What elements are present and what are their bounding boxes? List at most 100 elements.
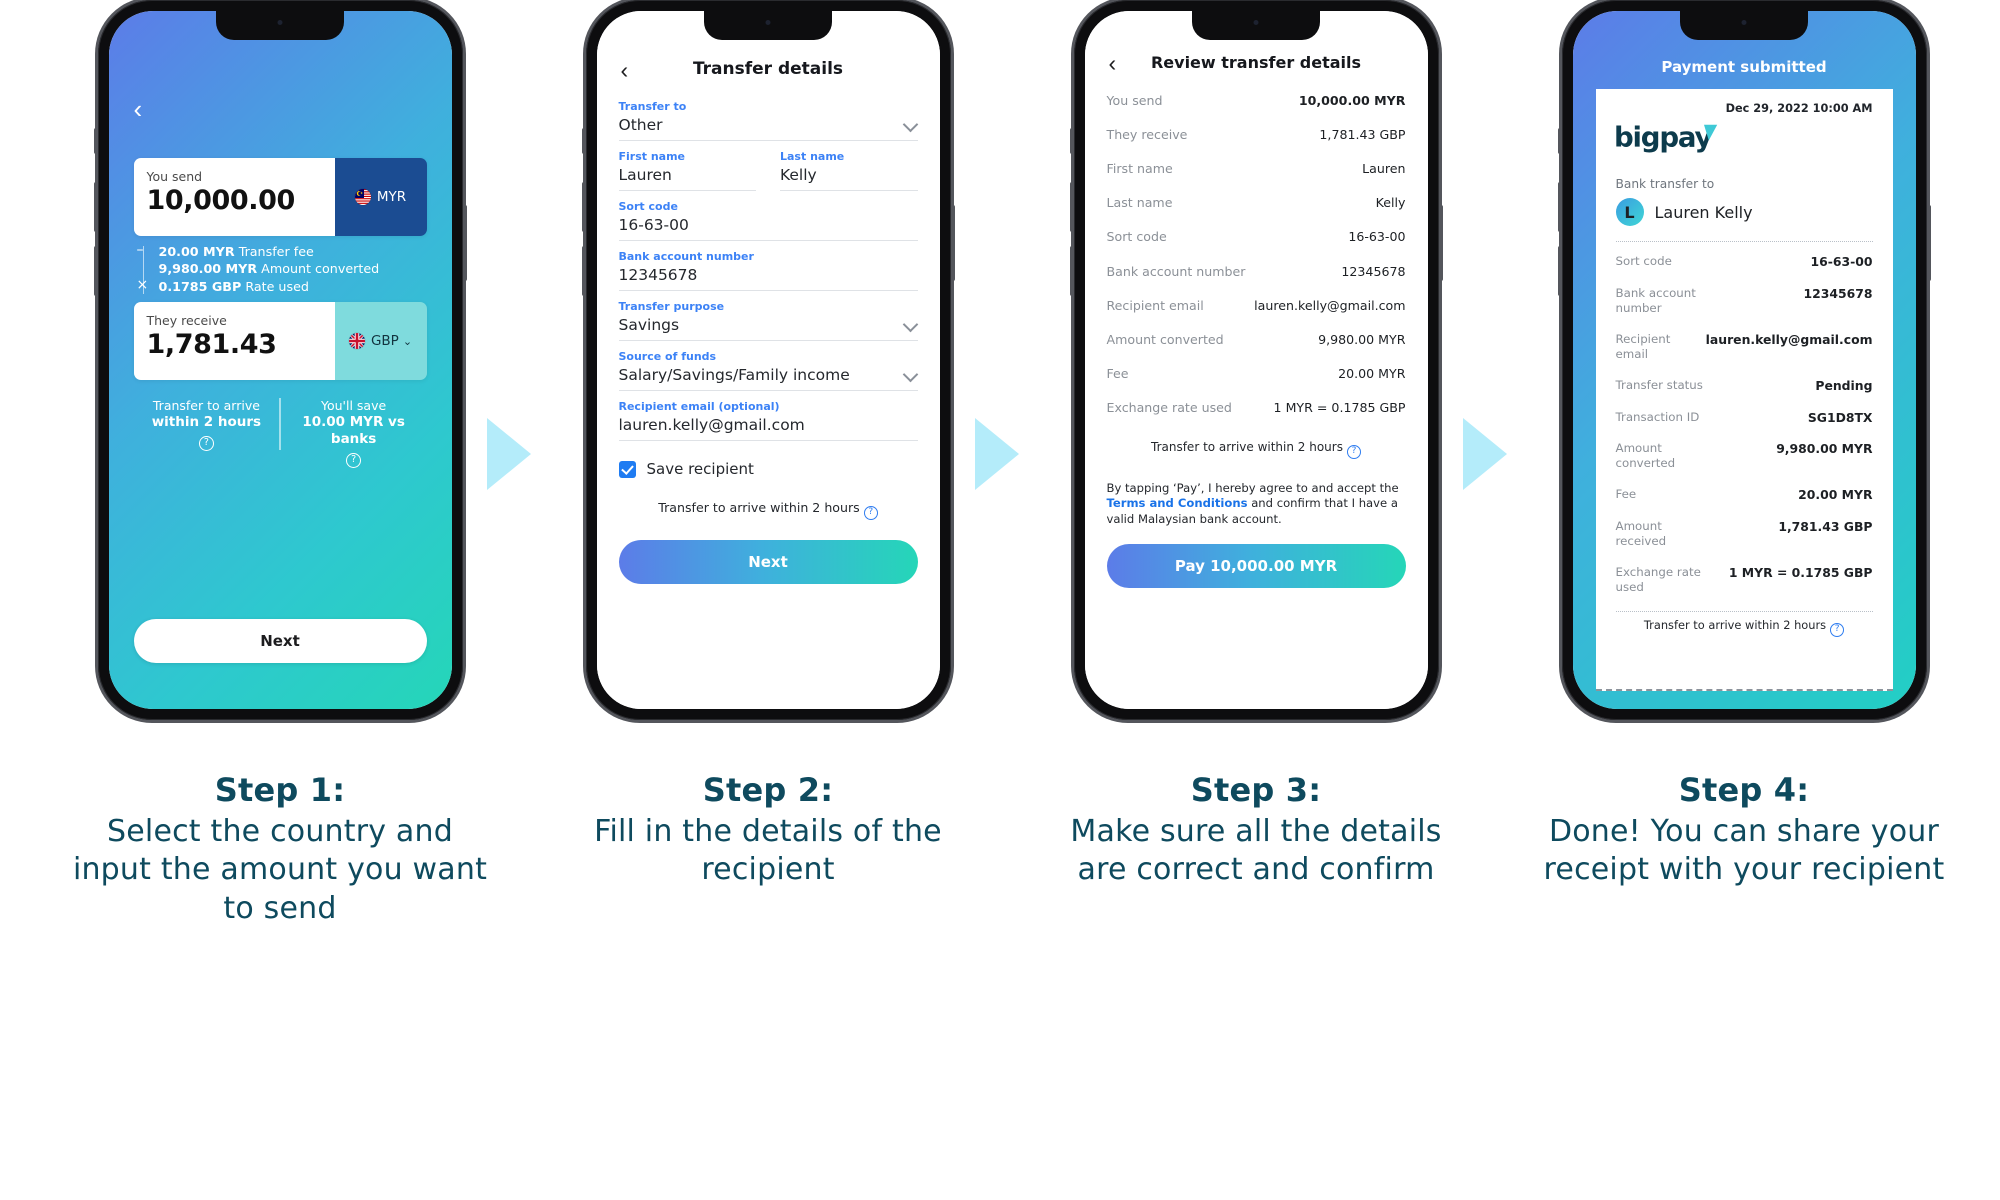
volume-up-button[interactable] xyxy=(1557,182,1562,232)
review-key: Last name xyxy=(1106,195,1173,211)
save-recipient-label: Save recipient xyxy=(646,460,754,478)
field-label: Source of funds xyxy=(618,350,717,363)
transfer-details-screen: ‹ Transfer details Transfer to Other Fir… xyxy=(596,11,940,709)
back-icon[interactable]: ‹ xyxy=(1109,52,1117,75)
review-row: Fee 20.00 MYR xyxy=(1107,357,1406,391)
transfer-purpose-field[interactable]: Transfer purpose Savings xyxy=(618,291,918,341)
field-label: First name xyxy=(618,150,686,163)
bank-account-number-field[interactable]: Bank account number 12345678 xyxy=(618,241,918,291)
help-icon[interactable]: ? xyxy=(1346,444,1361,459)
help-icon[interactable]: ? xyxy=(198,436,214,451)
volume-up-button[interactable] xyxy=(581,182,586,232)
review-key: Sort code xyxy=(1106,229,1167,245)
sort-code-field[interactable]: Sort code 16-63-00 xyxy=(618,191,918,241)
review-value: 20.00 MYR xyxy=(1338,366,1406,382)
power-button[interactable] xyxy=(1926,205,1931,281)
review-row: You send 10,000.00 MYR xyxy=(1107,83,1406,117)
step-4-caption: Step 4: Done! You can share your receipt… xyxy=(1534,770,1954,890)
receipt-timestamp: Dec 29, 2022 10:00 AM xyxy=(1725,102,1873,115)
source-of-funds-field[interactable]: Source of funds Salary/Savings/Family in… xyxy=(618,341,918,391)
phone-3: ‹ Review transfer details You send 10,000… xyxy=(1069,0,1443,720)
arrival-value: within 2 hours xyxy=(151,414,262,430)
mute-switch[interactable] xyxy=(93,128,98,154)
arrival-label: Transfer to arrive xyxy=(152,398,260,413)
review-key: Fee xyxy=(1106,366,1129,382)
arrival-note: Transfer to arrive within 2 hours? xyxy=(1616,618,1873,638)
receipt-divider-bottom xyxy=(1615,611,1873,613)
back-icon[interactable]: ‹ xyxy=(621,59,629,82)
recipient-email-field[interactable]: Recipient email (optional) lauren.kelly@… xyxy=(618,391,918,441)
review-row: First name Lauren xyxy=(1107,151,1406,185)
review-key: First name xyxy=(1106,160,1173,176)
receipt-row: Exchange rate used 1 MYR = 0.1785 GBP xyxy=(1616,557,1873,603)
review-row: Recipient email lauren.kelly@gmail.com xyxy=(1107,288,1406,322)
minus-operator-icon: – xyxy=(136,242,144,258)
savings-info: You'll save 10.00 MYR vs banks ? xyxy=(281,397,427,468)
phone-notch xyxy=(216,11,344,40)
save-recipient-checkbox[interactable] xyxy=(618,460,636,478)
they-receive-row: They receive 1,781.43 GBP ⌄ xyxy=(133,302,427,380)
send-currency-selector[interactable]: MYR xyxy=(334,158,427,236)
review-transfer-screen: ‹ Review transfer details You send 10,000… xyxy=(1084,11,1428,709)
step-4-number: Step 4: xyxy=(1678,771,1810,809)
receipt-card: Dec 29, 2022 10:00 AM bigpay Bank transf… xyxy=(1595,89,1893,691)
transfer-to-field[interactable]: Transfer to Other xyxy=(618,91,918,141)
step-2-caption: Step 2: Fill in the details of the recip… xyxy=(558,770,978,890)
review-value: Kelly xyxy=(1375,195,1406,211)
review-value: 1,781.43 GBP xyxy=(1319,126,1406,142)
power-button[interactable] xyxy=(1438,205,1443,281)
payment-submitted-screen: Payment submitted Dec 29, 2022 10:00 AM … xyxy=(1572,11,1916,709)
volume-up-button[interactable] xyxy=(93,182,98,232)
power-button[interactable] xyxy=(950,205,955,281)
next-button[interactable]: Next xyxy=(133,619,427,663)
step-1-column: ‹ You send 10,000.00 MYR – × 20.00 MYR T… xyxy=(70,0,490,1200)
recipient-name: Lauren Kelly xyxy=(1654,202,1753,222)
phone-4-screen: Payment submitted Dec 29, 2022 10:00 AM … xyxy=(1572,11,1916,709)
review-row: They receive 1,781.43 GBP xyxy=(1107,117,1406,151)
help-icon[interactable]: ? xyxy=(863,506,878,520)
back-icon[interactable]: ‹ xyxy=(134,96,143,122)
pay-button[interactable]: Pay 10,000.00 MYR xyxy=(1106,544,1406,589)
phone-1-screen: ‹ You send 10,000.00 MYR – × 20.00 MYR T… xyxy=(108,11,452,709)
receive-currency-selector[interactable]: GBP ⌄ xyxy=(334,302,427,380)
flow-arrow-2 xyxy=(975,418,1019,490)
terms-and-conditions-link[interactable]: Terms and Conditions xyxy=(1107,496,1248,510)
receipt-row: Sort code 16-63-00 xyxy=(1616,246,1873,277)
receipt-key: Transaction ID xyxy=(1615,409,1700,424)
last-name-field[interactable]: Last name Kelly xyxy=(780,141,918,191)
mute-switch[interactable] xyxy=(581,128,586,154)
volume-down-button[interactable] xyxy=(93,246,98,296)
receipt-value: lauren.kelly@gmail.com xyxy=(1705,331,1873,347)
multiply-operator-icon: × xyxy=(136,277,149,293)
breakdown-rows: 20.00 MYR Transfer fee 9,980.00 MYR Amou… xyxy=(159,243,427,295)
review-row: Bank account number 12345678 xyxy=(1107,254,1406,288)
volume-down-button[interactable] xyxy=(1069,246,1074,296)
breakdown-row: 20.00 MYR Transfer fee xyxy=(159,243,427,260)
first-name-field[interactable]: First name Lauren xyxy=(618,141,756,191)
receipt-divider-top xyxy=(1615,241,1873,242)
mute-switch[interactable] xyxy=(1069,128,1074,154)
they-receive-amount-field[interactable]: They receive 1,781.43 xyxy=(133,302,335,380)
help-icon[interactable]: ? xyxy=(1830,623,1845,638)
next-button[interactable]: Next xyxy=(618,540,918,584)
help-icon[interactable]: ? xyxy=(346,453,362,468)
receipt-tear-edge xyxy=(1595,689,1893,691)
phone-notch xyxy=(704,11,832,40)
field-label: Bank account number xyxy=(618,250,754,263)
breakdown-value: 0.1785 GBP xyxy=(158,278,242,294)
review-row: Last name Kelly xyxy=(1107,186,1406,220)
receipt-value: 20.00 MYR xyxy=(1798,487,1873,503)
volume-down-button[interactable] xyxy=(1557,246,1562,296)
review-row: Amount converted 9,980.00 MYR xyxy=(1107,322,1406,356)
receipt-value: 9,980.00 MYR xyxy=(1776,441,1873,457)
review-value: 12345678 xyxy=(1341,263,1406,279)
volume-down-button[interactable] xyxy=(581,246,586,296)
svg-text:bigpay: bigpay xyxy=(1614,120,1712,153)
volume-up-button[interactable] xyxy=(1069,182,1074,232)
you-send-amount-field[interactable]: You send 10,000.00 xyxy=(133,158,335,236)
bigpay-logo: bigpay xyxy=(1614,120,1873,161)
phone-notch xyxy=(1192,11,1320,40)
mute-switch[interactable] xyxy=(1557,128,1562,154)
save-recipient-row[interactable]: Save recipient xyxy=(618,460,918,478)
power-button[interactable] xyxy=(462,205,467,281)
